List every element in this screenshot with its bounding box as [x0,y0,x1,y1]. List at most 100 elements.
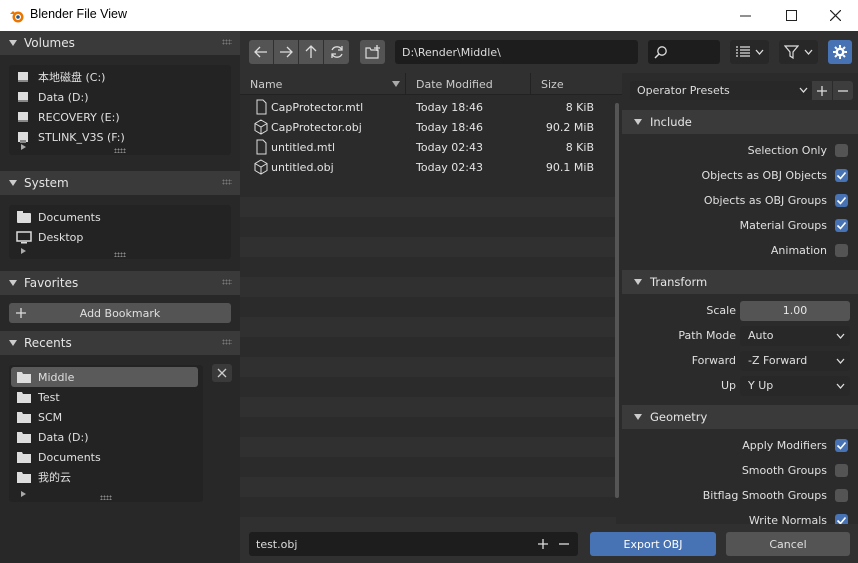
filter-dropdown[interactable] [779,40,818,64]
volume-item[interactable]: Data (D:) [9,87,231,107]
option-label: Bitflag Smooth Groups [702,489,827,502]
smooth-groups-checkbox[interactable] [835,464,848,477]
filename-input[interactable]: test.obj [249,532,578,556]
recent-item[interactable]: Documents [9,447,203,467]
path-input[interactable]: D:\Render\Middle\ [395,40,638,64]
back-button[interactable] [249,40,273,64]
minus-icon [838,89,848,92]
bitflag-smooth-groups-option[interactable]: Bitflag Smooth Groups [622,483,858,508]
objects-as-obj-objects-option[interactable]: Objects as OBJ Objects [622,163,858,188]
recent-item[interactable]: Test [9,387,203,407]
recent-item[interactable]: Data (D:) [9,427,203,447]
favorites-panel-header[interactable]: Favorites [0,271,240,295]
volume-item[interactable]: 本地磁盘 (C:) [9,67,231,87]
file-size: 90.2 MiB [545,120,594,134]
selection-only-checkbox[interactable] [835,144,848,157]
recent-item-selected[interactable]: Middle [11,367,198,387]
expand-arrow-icon[interactable] [19,490,29,498]
volumes-list: 本地磁盘 (C:) Data (D:) RECOVERY (E:) STLINK… [9,65,231,155]
file-row[interactable]: untitled.obj Today 02:43 90.1 MiB [240,157,616,177]
file-list-scrollbar[interactable] [614,95,620,524]
system-panel-header[interactable]: System [0,171,240,195]
decrement-filename-icon[interactable] [559,539,569,549]
scale-field[interactable]: 1.00 [740,300,850,321]
chevron-down-icon [836,383,845,389]
settings-toggle-button[interactable] [828,40,852,64]
parent-directory-button[interactable] [299,40,323,64]
material-groups-option[interactable]: Material Groups [622,213,858,238]
selection-only-option[interactable]: Selection Only [622,138,858,163]
scale-row: Scale 1.00 [622,298,858,323]
include-section-header[interactable]: Include [622,110,858,134]
system-item-desktop[interactable]: Desktop [9,227,231,247]
system-item-documents[interactable]: Documents [9,207,231,227]
add-bookmark-button[interactable]: Add Bookmark [9,303,231,323]
operator-presets-label: Operator Presets [637,84,730,97]
animation-checkbox[interactable] [835,244,848,257]
drag-grip-icon[interactable] [222,179,232,185]
volumes-panel-header[interactable]: Volumes [0,31,240,55]
apply-modifiers-checkbox[interactable] [835,439,848,452]
volume-item[interactable]: RECOVERY (E:) [9,107,231,127]
transform-section-header[interactable]: Transform [622,270,858,294]
add-preset-button[interactable] [812,81,832,100]
expand-arrow-icon[interactable] [19,143,29,151]
file-row[interactable]: CapProtector.mtl Today 18:46 8 KiB [240,97,616,117]
column-header-name[interactable]: Name [250,78,282,91]
forward-axis-dropdown[interactable]: -Z Forward [740,350,850,371]
up-axis-dropdown[interactable]: Y Up [740,375,850,396]
objects-as-obj-objects-checkbox[interactable] [835,169,848,182]
close-window-button[interactable] [812,0,858,31]
geometry-section-header[interactable]: Geometry [622,405,858,429]
minimize-button[interactable] [722,0,768,31]
column-header-date[interactable]: Date Modified [416,78,493,91]
search-input[interactable] [648,40,720,64]
file-row[interactable]: CapProtector.obj Today 18:46 90.2 MiB [240,117,616,137]
chevron-down-icon [836,333,845,339]
resize-handle[interactable] [100,495,112,500]
export-obj-button[interactable]: Export OBJ [590,532,716,556]
system-title: System [24,176,69,190]
arrow-left-icon [254,46,267,58]
refresh-button[interactable] [324,40,349,64]
scrollbar-thumb[interactable] [615,103,619,498]
write-normals-option[interactable]: Write Normals [622,508,858,524]
drag-grip-icon[interactable] [222,339,232,345]
operator-presets-dropdown[interactable]: Operator Presets [630,81,812,100]
maximize-button[interactable] [768,0,814,31]
smooth-groups-option[interactable]: Smooth Groups [622,458,858,483]
sort-descending-icon[interactable] [392,81,400,88]
volume-item[interactable]: STLINK_V3S (F:) [9,127,231,147]
apply-modifiers-option[interactable]: Apply Modifiers [622,433,858,458]
file-row[interactable]: untitled.mtl Today 02:43 8 KiB [240,137,616,157]
forward-row: Forward -Z Forward [622,348,858,373]
expand-arrow-icon[interactable] [19,247,29,255]
collapse-triangle-icon [9,40,17,46]
bitflag-smooth-groups-checkbox[interactable] [835,489,848,502]
objects-as-obj-groups-checkbox[interactable] [835,194,848,207]
material-groups-checkbox[interactable] [835,219,848,232]
new-folder-button[interactable] [360,40,385,64]
remove-preset-button[interactable] [833,81,853,100]
bottom-bar: test.obj Export OBJ Cancel [240,524,858,563]
drag-grip-icon[interactable] [222,39,232,45]
column-header-size[interactable]: Size [541,78,564,91]
write-normals-checkbox[interactable] [835,514,848,524]
resize-handle[interactable] [114,148,126,153]
clear-recents-button[interactable] [212,364,232,382]
cancel-button[interactable]: Cancel [726,532,850,556]
recent-item[interactable]: 我的云 [9,467,203,487]
file-date: Today 02:43 [416,140,484,154]
path-mode-dropdown[interactable]: Auto [740,325,850,346]
recents-panel-header[interactable]: Recents [0,331,240,355]
increment-filename-icon[interactable] [538,539,548,549]
plus-icon [817,85,827,96]
forward-button[interactable] [274,40,298,64]
objects-as-obj-groups-option[interactable]: Objects as OBJ Groups [622,188,858,213]
resize-handle[interactable] [114,252,126,257]
chevron-down-icon [755,49,764,55]
recent-item[interactable]: SCM [9,407,203,427]
drag-grip-icon[interactable] [222,279,232,285]
animation-option[interactable]: Animation [622,238,858,263]
display-mode-dropdown[interactable] [730,40,769,64]
